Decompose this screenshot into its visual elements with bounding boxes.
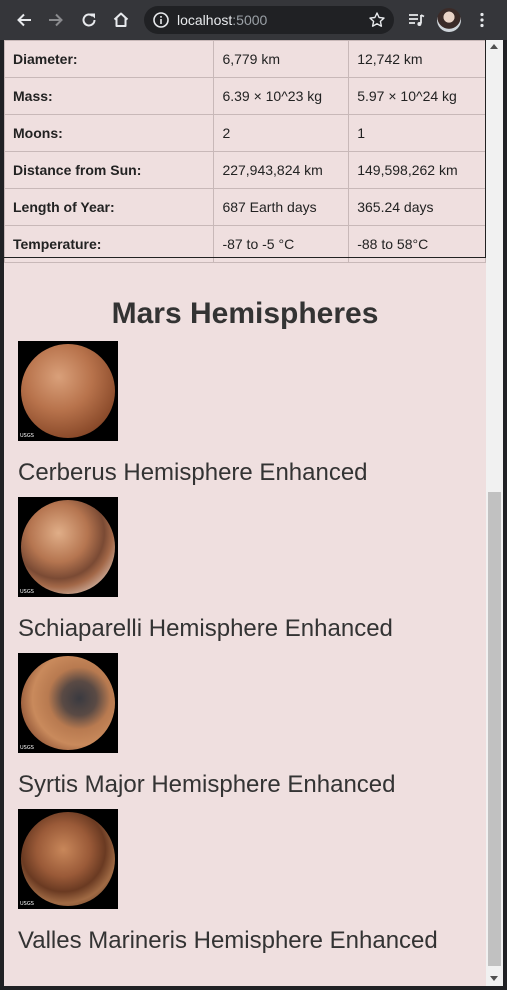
media-queue-icon[interactable] <box>404 8 428 32</box>
table-row: Moons: 2 1 <box>4 114 486 152</box>
row-label: Moons: <box>4 114 215 152</box>
hemisphere-image[interactable]: USGS <box>18 497 118 597</box>
hemispheres-title: Mars Hemispheres <box>111 297 379 330</box>
mars-value: 6,779 km <box>213 40 350 78</box>
info-icon[interactable] <box>152 11 170 29</box>
earth-value: 365.24 days <box>348 188 486 226</box>
hemisphere-name[interactable]: Syrtis Major Hemisphere Enhanced <box>18 771 396 799</box>
scroll-up-arrow-icon[interactable] <box>490 44 498 49</box>
page-viewport: Diameter: 6,779 km 12,742 km Mass: 6.39 … <box>4 40 486 986</box>
url-port: :5000 <box>232 12 268 28</box>
row-label: Length of Year: <box>4 188 215 226</box>
vertical-scrollbar[interactable] <box>486 40 503 986</box>
hemisphere-card: USGS Syrtis Major Hemisphere Enhanced <box>18 653 478 798</box>
profile-avatar[interactable] <box>437 8 461 32</box>
usgs-logo: USGS <box>20 901 34 907</box>
hemisphere-card: USGS Valles Marineris Hemisphere Enhance… <box>18 809 478 954</box>
address-bar[interactable]: localhost:5000 <box>144 6 394 34</box>
star-icon[interactable] <box>368 11 386 29</box>
mars-value: 687 Earth days <box>213 188 350 226</box>
hemisphere-name[interactable]: Cerberus Hemisphere Enhanced <box>18 459 368 487</box>
mars-value: 227,943,824 km <box>213 151 350 189</box>
usgs-logo: USGS <box>20 745 34 751</box>
table-bottom-border <box>4 257 486 258</box>
row-label: Diameter: <box>4 40 215 78</box>
browser-toolbar: localhost:5000 <box>0 0 507 40</box>
earth-value: 149,598,262 km <box>348 151 486 189</box>
table-row: Distance from Sun: 227,943,824 km 149,59… <box>4 151 486 189</box>
mars-facts-table: Diameter: 6,779 km 12,742 km Mass: 6.39 … <box>4 40 486 263</box>
hemisphere-image[interactable]: USGS <box>18 341 118 441</box>
forward-arrow-icon[interactable] <box>44 8 68 32</box>
earth-value: 1 <box>348 114 486 152</box>
kebab-menu-icon[interactable] <box>470 8 494 32</box>
table-row: Diameter: 6,779 km 12,742 km <box>4 40 486 78</box>
table-row: Length of Year: 687 Earth days 365.24 da… <box>4 188 486 226</box>
url-text: localhost:5000 <box>177 12 267 28</box>
usgs-logo: USGS <box>20 433 34 439</box>
table-row: Mass: 6.39 × 10^23 kg 5.97 × 10^24 kg <box>4 77 486 115</box>
hemisphere-name[interactable]: Schiaparelli Hemisphere Enhanced <box>18 615 393 643</box>
row-label: Distance from Sun: <box>4 151 215 189</box>
hemisphere-image[interactable]: USGS <box>18 653 118 753</box>
earth-value: 12,742 km <box>348 40 486 78</box>
row-label: Mass: <box>4 77 215 115</box>
scrollbar-thumb[interactable] <box>488 492 501 966</box>
back-arrow-icon[interactable] <box>12 8 36 32</box>
hemisphere-name[interactable]: Valles Marineris Hemisphere Enhanced <box>18 927 438 955</box>
mars-value: 2 <box>213 114 350 152</box>
usgs-logo: USGS <box>20 589 34 595</box>
home-icon[interactable] <box>109 8 133 32</box>
reload-icon[interactable] <box>77 8 101 32</box>
mars-value: 6.39 × 10^23 kg <box>213 77 350 115</box>
hemisphere-card: USGS Schiaparelli Hemisphere Enhanced <box>18 497 478 642</box>
hemisphere-card: USGS Cerberus Hemisphere Enhanced <box>18 341 478 486</box>
scroll-down-arrow-icon[interactable] <box>490 976 498 981</box>
url-host: localhost <box>177 12 233 28</box>
earth-value: 5.97 × 10^24 kg <box>348 77 486 115</box>
hemisphere-image[interactable]: USGS <box>18 809 118 909</box>
